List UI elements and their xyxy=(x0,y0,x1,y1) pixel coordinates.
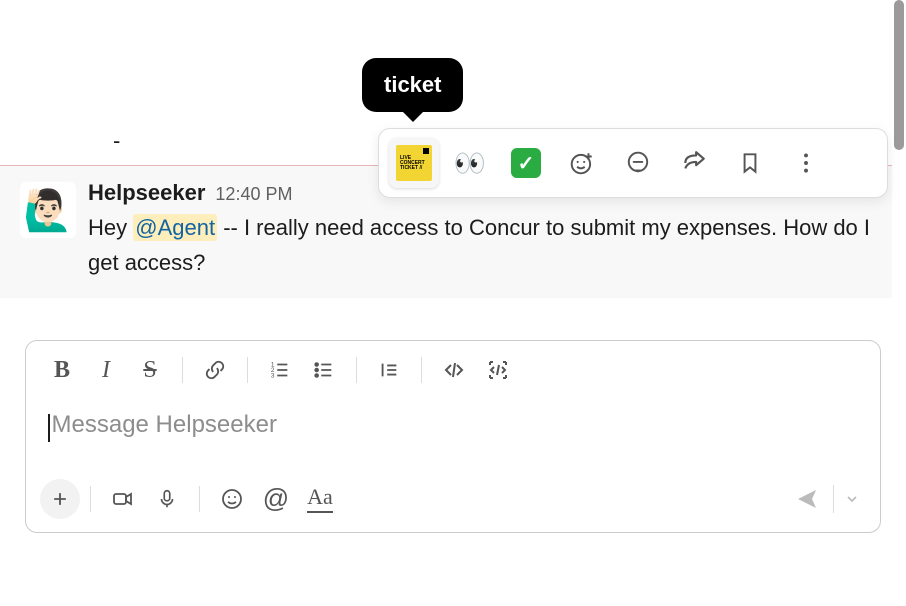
strike-icon: S xyxy=(143,357,156,384)
toolbar-separator xyxy=(247,357,248,383)
bullet-list-button[interactable] xyxy=(302,350,346,390)
emoji-tooltip: ticket xyxy=(362,58,463,112)
composer-actions: @ Aa xyxy=(26,472,880,532)
mention[interactable]: @Agent xyxy=(133,214,217,241)
emoji-icon xyxy=(220,487,244,511)
sender-name[interactable]: Helpseeker xyxy=(88,180,205,206)
blockquote-icon xyxy=(378,359,400,381)
blockquote-button[interactable] xyxy=(367,350,411,390)
reply-thread-button[interactable] xyxy=(613,138,663,188)
codeblock-button[interactable] xyxy=(476,350,520,390)
text-cursor xyxy=(48,414,50,442)
italic-icon: I xyxy=(102,357,110,384)
toolbar-separator xyxy=(199,486,200,512)
reaction-ticket[interactable]: LIVECONCERTTICKET // xyxy=(389,138,439,188)
message-actions-bar: LIVECONCERTTICKET // 👀 ✓ xyxy=(378,128,888,198)
format-toolbar: B I S 123 xyxy=(26,341,880,399)
send-options-button[interactable] xyxy=(838,479,866,519)
add-reaction-icon xyxy=(569,150,595,176)
link-icon xyxy=(204,359,226,381)
more-vertical-icon xyxy=(793,150,819,176)
mention-button[interactable]: @ xyxy=(254,479,298,519)
ordered-list-icon: 123 xyxy=(269,359,291,381)
share-icon xyxy=(681,150,707,176)
chevron-down-icon xyxy=(844,491,860,507)
strike-button[interactable]: S xyxy=(128,350,172,390)
code-icon xyxy=(442,358,466,382)
at-icon: @ xyxy=(263,483,289,514)
add-reaction-button[interactable] xyxy=(557,138,607,188)
video-icon xyxy=(111,487,135,511)
ticket-icon: LIVECONCERTTICKET // xyxy=(396,145,432,181)
stray-dash: - xyxy=(113,128,120,154)
video-button[interactable] xyxy=(101,479,145,519)
format-toggle-button[interactable]: Aa xyxy=(298,479,342,519)
ordered-list-button[interactable]: 123 xyxy=(258,350,302,390)
bookmark-icon xyxy=(737,150,763,176)
message-text: Hey @Agent -- I really need access to Co… xyxy=(88,210,872,280)
scrollbar-thumb[interactable] xyxy=(894,0,904,150)
bookmark-button[interactable] xyxy=(725,138,775,188)
mic-icon xyxy=(156,488,178,510)
toolbar-separator xyxy=(356,357,357,383)
input-placeholder: Message Helpseeker xyxy=(52,411,277,438)
link-button[interactable] xyxy=(193,350,237,390)
bullet-list-icon xyxy=(313,359,335,381)
toolbar-separator xyxy=(833,485,834,513)
plus-icon xyxy=(50,489,70,509)
bold-icon: B xyxy=(54,357,70,384)
code-button[interactable] xyxy=(432,350,476,390)
codeblock-icon xyxy=(486,358,510,382)
thread-icon xyxy=(625,150,651,176)
audio-button[interactable] xyxy=(145,479,189,519)
toolbar-separator xyxy=(421,357,422,383)
svg-text:3: 3 xyxy=(271,372,275,379)
emoji-button[interactable] xyxy=(210,479,254,519)
scrollbar[interactable] xyxy=(892,0,906,606)
attach-button[interactable] xyxy=(40,479,80,519)
more-actions-button[interactable] xyxy=(781,138,831,188)
italic-button[interactable]: I xyxy=(84,350,128,390)
share-button[interactable] xyxy=(669,138,719,188)
reaction-check[interactable]: ✓ xyxy=(501,138,551,188)
toolbar-separator xyxy=(90,486,91,512)
send-button[interactable] xyxy=(785,479,829,519)
send-icon xyxy=(795,487,819,511)
message-time: 12:40 PM xyxy=(215,184,292,205)
eyes-icon: 👀 xyxy=(454,148,486,179)
toolbar-separator xyxy=(182,357,183,383)
message-composer: B I S 123 Message Helpseeker xyxy=(25,340,881,533)
check-icon: ✓ xyxy=(511,148,541,178)
reaction-eyes[interactable]: 👀 xyxy=(445,138,495,188)
format-icon: Aa xyxy=(307,484,333,513)
message-input[interactable]: Message Helpseeker xyxy=(26,399,880,472)
avatar[interactable]: 🙋🏻‍♂️ xyxy=(20,182,76,238)
message-text-prefix: Hey xyxy=(88,215,133,240)
bold-button[interactable]: B xyxy=(40,350,84,390)
